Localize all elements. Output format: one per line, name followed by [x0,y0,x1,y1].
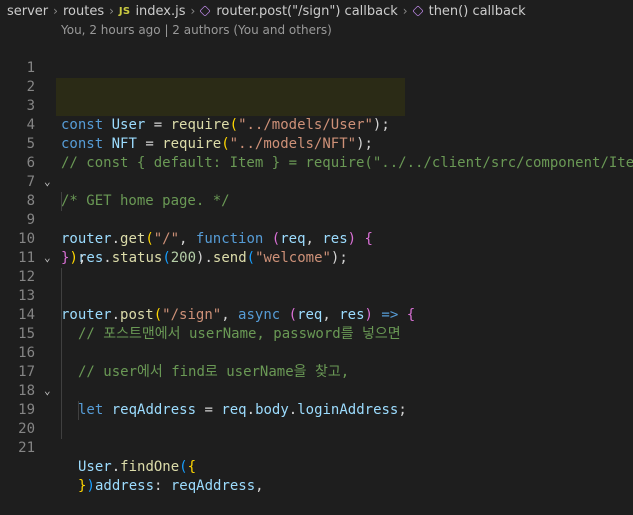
code-line-19[interactable]: 19 ⌄ User.findOne({ [0,381,633,475]
code-editor[interactable]: 1 var express = require("express"); 2 va… [0,40,633,494]
code-line-13[interactable]: 13 // 포스트맨에서 userName, password를 넣으면 [0,268,633,342]
code-line-7[interactable]: 7 /* GET home page. */ [0,154,633,209]
code-line-3[interactable]: 3 const User = require("../models/User")… [0,78,633,133]
breadcrumb-routes[interactable]: routes [63,4,104,19]
chevron-right-icon: › [402,4,408,18]
chevron-right-icon: › [53,4,58,18]
code-line-21[interactable]: 21 }) [0,420,633,494]
code-line-12[interactable]: 12 ⌄ router.post("/sign", async (req, re… [0,248,633,323]
code-line-6[interactable]: 6 [0,135,633,171]
code-line-20[interactable]: 20 address: reqAddress, [0,401,633,494]
indent-guide [61,268,62,287]
javascript-file-icon: JS [118,5,131,17]
indent-guide [61,363,62,382]
indent-guide [61,325,62,344]
git-blame-codelens[interactable]: You, 2 hours ago | 2 authors (You and ot… [61,22,332,39]
indent-guide [61,287,62,306]
code-line-14[interactable]: 14 [0,287,633,323]
code-line-1[interactable]: 1 var express = require("express"); [0,40,633,95]
indent-guide [61,192,62,211]
fold-chevron-icon[interactable]: ⌄ [44,381,51,400]
fold-chevron-icon[interactable]: ⌄ [44,248,51,267]
code-line-18[interactable]: 18 [0,363,633,399]
code-line-17[interactable]: 17 let reqAddress = req.body.loginAddres… [0,344,633,418]
line-number: 21 [18,440,35,456]
breadcrumb: server › routes › JS index.js › router.p… [0,0,633,22]
breadcrumb-file[interactable]: index.js [135,4,185,19]
code-line-5[interactable]: 5 // const { default: Item } = require("… [0,116,633,171]
chevron-right-icon: › [109,4,114,18]
indent-guide [61,382,62,401]
code-line-2[interactable]: 2 var router = express.Router(); [0,59,633,114]
code-line-10[interactable]: 10 }); [0,211,633,266]
method-icon [411,5,424,17]
breadcrumb-server[interactable]: server [7,4,48,19]
breadcrumb-then-callback[interactable]: then() callback [429,4,526,19]
indent-guide [61,401,62,420]
code-line-8[interactable]: 8 ⌄ router.get("/", function (req, res) … [0,172,633,247]
code-line-16[interactable]: 16 [0,325,633,361]
chevron-right-icon: › [190,4,196,18]
method-icon [199,5,212,17]
indent-guide [61,344,62,363]
indent-guide [61,420,62,439]
code-line-4[interactable]: 4 const NFT = require("../models/NFT"); [0,97,633,152]
code-line-15[interactable]: 15 // user에서 find로 userName을 찾고, [0,306,633,380]
fold-chevron-icon[interactable]: ⌄ [44,172,51,191]
indent-guide [78,401,79,420]
code-line-11[interactable]: 11 [0,230,633,266]
code-line-9[interactable]: 9 res.status(200).send("welcome"); [0,192,633,266]
indent-guide [61,306,62,325]
breadcrumb-post-callback[interactable]: router.post("/sign") callback [216,4,397,19]
